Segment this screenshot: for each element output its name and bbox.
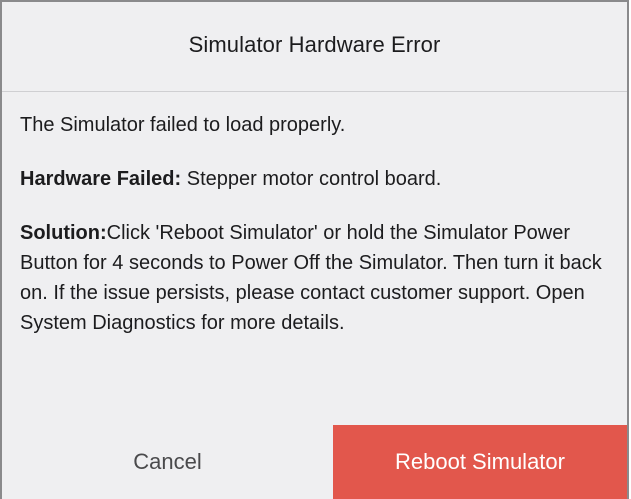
reboot-simulator-button[interactable]: Reboot Simulator	[333, 425, 627, 499]
solution-line: Solution:Click 'Reboot Simulator' or hol…	[20, 218, 605, 338]
dialog-footer: Cancel Reboot Simulator	[2, 425, 627, 499]
cancel-button[interactable]: Cancel	[2, 425, 333, 499]
solution-label: Solution:	[20, 222, 107, 244]
error-message: The Simulator failed to load properly.	[20, 114, 346, 136]
dialog-header: Simulator Hardware Error	[2, 2, 627, 92]
hardware-failed-line: Hardware Failed: Stepper motor control b…	[20, 164, 605, 194]
hardware-failed-label: Hardware Failed:	[20, 168, 182, 190]
hardware-failed-value: Stepper motor control board.	[181, 168, 442, 190]
dialog-title: Simulator Hardware Error	[188, 31, 441, 57]
error-dialog: Simulator Hardware Error The Simulator f…	[0, 0, 629, 499]
dialog-body: The Simulator failed to load properly. H…	[2, 92, 627, 338]
solution-text: Click 'Reboot Simulator' or hold the Sim…	[20, 222, 602, 334]
